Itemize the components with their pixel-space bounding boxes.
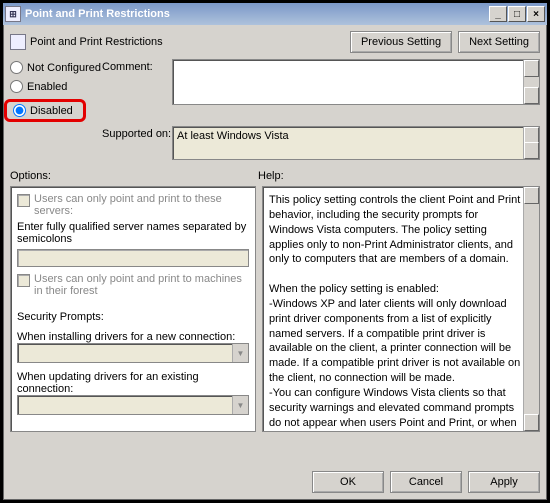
radio-enabled-input[interactable] xyxy=(10,80,23,93)
forest-check-label: Users can only point and print to machin… xyxy=(34,273,249,297)
scrollbar[interactable] xyxy=(523,187,539,431)
scrollbar[interactable] xyxy=(523,127,539,159)
radio-not-configured[interactable]: Not Configured xyxy=(10,61,102,74)
install-drivers-label: When installing drivers for a new connec… xyxy=(17,331,249,343)
radio-enabled[interactable]: Enabled xyxy=(10,80,102,93)
help-label: Help: xyxy=(258,170,284,182)
radio-disabled-label: Disabled xyxy=(30,105,73,117)
policy-icon xyxy=(10,34,26,50)
radio-disabled[interactable]: Disabled xyxy=(13,104,77,117)
maximize-button[interactable]: □ xyxy=(508,6,526,22)
ok-button[interactable]: OK xyxy=(312,471,384,493)
window-title: Point and Print Restrictions xyxy=(25,8,488,20)
policy-title: Point and Print Restrictions xyxy=(30,36,350,48)
scrollbar[interactable] xyxy=(523,60,539,104)
forest-checkbox[interactable] xyxy=(17,274,30,287)
chevron-down-icon: ▼ xyxy=(232,396,248,414)
radio-not-configured-label: Not Configured xyxy=(27,62,101,74)
help-pane: This policy setting controls the client … xyxy=(262,186,540,432)
radio-enabled-label: Enabled xyxy=(27,81,67,93)
minimize-button[interactable]: _ xyxy=(489,6,507,22)
titlebar: ⊞ Point and Print Restrictions _ □ × xyxy=(3,3,547,25)
apply-button[interactable]: Apply xyxy=(468,471,540,493)
options-label: Options: xyxy=(10,170,258,182)
comment-label: Comment: xyxy=(102,59,172,73)
previous-setting-button[interactable]: Previous Setting xyxy=(350,31,452,53)
disabled-highlight: Disabled xyxy=(4,99,86,122)
supported-label: Supported on: xyxy=(102,126,172,140)
servers-input[interactable] xyxy=(17,249,249,267)
chevron-down-icon: ▼ xyxy=(232,344,248,362)
update-drivers-label: When updating drivers for an existing co… xyxy=(17,371,249,395)
radio-not-configured-input[interactable] xyxy=(10,61,23,74)
radio-disabled-input[interactable] xyxy=(13,104,26,117)
comment-textarea[interactable] xyxy=(172,59,540,105)
cancel-button[interactable]: Cancel xyxy=(390,471,462,493)
servers-checkbox[interactable] xyxy=(17,194,30,207)
supported-text: At least Windows Vista xyxy=(173,127,539,145)
servers-check-label: Users can only point and print to these … xyxy=(34,193,249,217)
dialog-body: Point and Print Restrictions Previous Se… xyxy=(3,25,547,500)
update-drivers-dropdown[interactable]: ▼ xyxy=(17,395,249,415)
next-setting-button[interactable]: Next Setting xyxy=(458,31,540,53)
install-drivers-dropdown[interactable]: ▼ xyxy=(17,343,249,363)
security-prompts-label: Security Prompts: xyxy=(17,311,249,323)
app-icon: ⊞ xyxy=(5,6,21,22)
supported-textarea: At least Windows Vista xyxy=(172,126,540,160)
options-pane: Users can only point and print to these … xyxy=(10,186,256,432)
help-text: This policy setting controls the client … xyxy=(269,193,521,432)
servers-hint: Enter fully qualified server names separ… xyxy=(17,221,249,245)
close-button[interactable]: × xyxy=(527,6,545,22)
